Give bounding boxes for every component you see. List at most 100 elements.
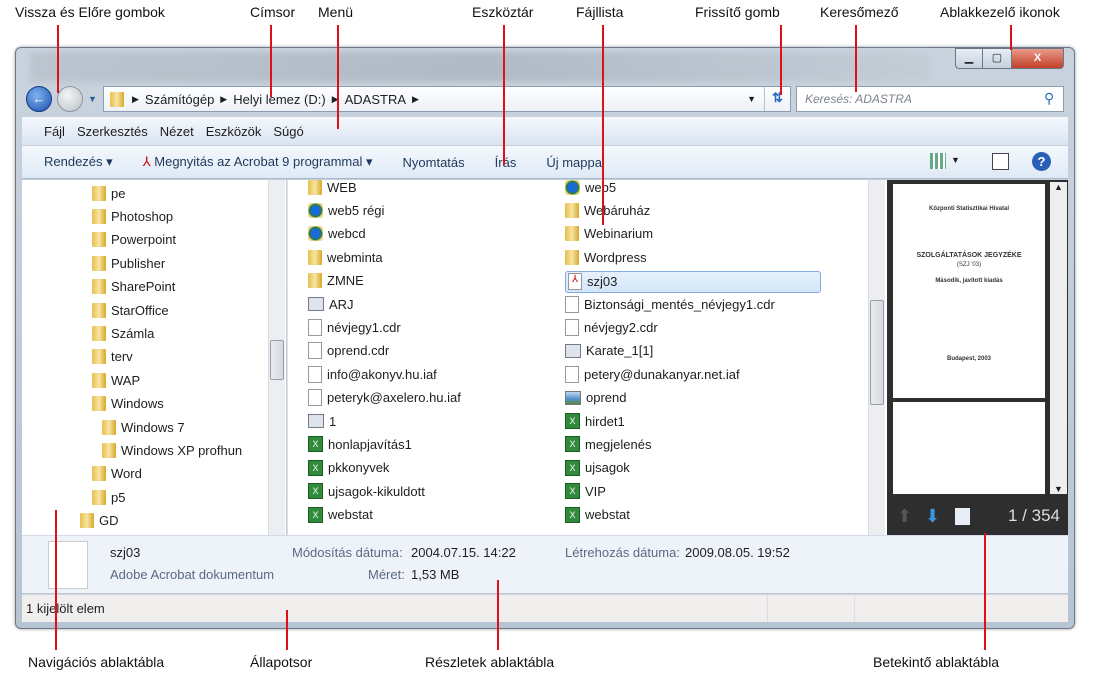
list-item[interactable]: Powerpoint (92, 230, 176, 250)
list-item[interactable]: Xpkkonyvek (308, 458, 389, 478)
list-item[interactable]: Wordpress (565, 247, 647, 267)
menu-edit[interactable]: Szerkesztés (77, 124, 148, 139)
new-folder-button[interactable]: Új mappa (546, 155, 602, 170)
list-item[interactable]: Windows (92, 394, 164, 414)
status-divider (767, 595, 768, 622)
scroll-up-icon[interactable]: ▲ (1050, 182, 1067, 192)
list-item[interactable]: ⅄ szj03 (565, 270, 821, 293)
maximize-button[interactable]: ▢ (982, 48, 1012, 69)
burn-button[interactable]: Írás (495, 155, 517, 170)
previous-page-icon[interactable]: ⬆ (897, 506, 912, 527)
list-item[interactable]: petery@dunakanyar.net.iaf (565, 364, 740, 384)
list-item[interactable]: Xwebstat (565, 505, 630, 525)
list-item[interactable]: Xwebstat (308, 505, 373, 525)
refresh-button[interactable]: ⇅ (764, 87, 790, 111)
list-item[interactable]: Xujsagok (565, 458, 630, 478)
close-button[interactable]: X (1011, 48, 1064, 69)
list-item[interactable]: ARJ (308, 294, 354, 314)
list-item[interactable]: Xujsagok-kikuldott (308, 481, 425, 501)
list-item[interactable]: névjegy1.cdr (308, 317, 401, 337)
minimize-button[interactable]: ▁ (955, 48, 983, 69)
breadcrumb-arrow-icon: ▶ (132, 93, 139, 104)
annotation-line (1010, 25, 1012, 50)
breadcrumb-computer[interactable]: Számítógép (145, 92, 214, 107)
list-item[interactable]: web5 régi (308, 200, 384, 220)
list-item[interactable]: Xhonlapjavítás1 (308, 434, 412, 454)
list-item[interactable]: web5 (565, 177, 616, 197)
list-item[interactable]: Számla (92, 323, 154, 343)
list-item[interactable]: Webinarium (565, 224, 653, 244)
organize-button[interactable]: Rendezés ▾ (44, 154, 113, 170)
item-label: Windows (111, 396, 164, 412)
address-dropdown-icon[interactable]: ▼ (747, 94, 756, 104)
list-item[interactable]: 1 (308, 411, 336, 431)
open-with-button[interactable]: ⅄ Megnyitás az Acrobat 9 programmal ▾ (143, 154, 373, 170)
list-item[interactable]: Xmegjelenés (565, 434, 652, 454)
list-item[interactable]: webcd (308, 224, 366, 244)
item-label: ujsagok-kikuldott (328, 483, 425, 499)
list-item[interactable]: oprend (565, 388, 626, 408)
item-label: Word (111, 466, 142, 482)
help-icon[interactable]: ? (1032, 152, 1051, 171)
breadcrumb-adastra[interactable]: ADASTRA (345, 92, 406, 107)
list-item[interactable]: ZMNE (308, 271, 364, 291)
list-item[interactable]: Publisher (92, 253, 165, 273)
list-item[interactable]: Webáruház (565, 200, 650, 220)
list-item[interactable]: info@akonyv.hu.iaf (308, 364, 437, 384)
file-list-scrollbar-thumb[interactable] (870, 300, 884, 405)
nav-scrollbar-thumb[interactable] (270, 340, 284, 380)
folder-icon (92, 466, 106, 482)
list-item[interactable]: Karate_1[1] (565, 341, 653, 361)
list-item[interactable]: Windows XP profhun (102, 440, 242, 460)
breadcrumb-arrow-icon[interactable]: ▶ (220, 94, 227, 105)
list-item[interactable]: Windows 7 (102, 417, 185, 437)
fit-page-icon[interactable] (955, 508, 970, 525)
item-label: webminta (327, 249, 383, 265)
list-item[interactable]: SharePoint (92, 277, 175, 297)
list-item[interactable]: terv (92, 347, 133, 367)
list-item[interactable]: névjegy2.cdr (565, 317, 658, 337)
item-label: megjelenés (585, 436, 652, 452)
list-item[interactable]: X VIP (565, 481, 606, 501)
search-input[interactable]: Keresés: ADASTRA (796, 86, 1064, 112)
list-item[interactable]: Biztonsági_mentés_névjegy1.cdr (565, 294, 775, 314)
menu-help[interactable]: Súgó (273, 124, 303, 139)
list-item[interactable]: oprend.cdr (308, 341, 389, 361)
list-item[interactable]: pe (92, 183, 125, 203)
list-item[interactable]: webminta (308, 247, 383, 267)
view-options-icon[interactable] (930, 153, 946, 169)
breadcrumb-local-disk[interactable]: Helyi lemez (D:) (233, 92, 325, 107)
list-item[interactable]: StarOffice (92, 300, 169, 320)
item-label: info@akonyv.hu.iaf (327, 366, 437, 382)
print-button[interactable]: Nyomtatás (403, 155, 465, 170)
preview-scrollbar[interactable]: ▲ ▼ (1050, 182, 1067, 494)
scroll-down-icon[interactable]: ▼ (1050, 484, 1067, 494)
menu-view[interactable]: Nézet (160, 124, 194, 139)
list-item[interactable]: WAP (92, 370, 140, 390)
file-list-scrollbar[interactable] (868, 180, 885, 535)
list-item[interactable]: p5 (92, 487, 125, 507)
xls-icon: X (565, 459, 580, 476)
next-page-icon[interactable]: ⬇ (925, 506, 940, 527)
preview-pane-toggle-icon[interactable] (992, 153, 1009, 170)
back-button[interactable]: ← (26, 86, 52, 112)
view-options-chevron-icon[interactable]: ▼ (951, 155, 960, 165)
list-item[interactable]: Photoshop (92, 206, 173, 226)
menu-file[interactable]: Fájl (44, 124, 65, 139)
folder-icon (308, 249, 322, 265)
search-icon[interactable]: ⚲ (1044, 90, 1054, 107)
doc-icon (308, 342, 322, 360)
menu-tools[interactable]: Eszközök (206, 124, 262, 139)
list-item[interactable]: GD (80, 511, 119, 531)
navigation-pane: pe Photoshop Powerpoint Publisher SharePoint… (22, 180, 286, 535)
forward-button[interactable] (57, 86, 83, 112)
breadcrumb-arrow-icon[interactable]: ▶ (412, 94, 419, 105)
recent-pages-chevron-icon[interactable]: ▼ (88, 94, 97, 104)
list-item[interactable]: Word (92, 464, 142, 484)
list-item[interactable]: Xhirdet1 (565, 411, 625, 431)
address-bar[interactable]: ▶ Számítógép ▶ Helyi lemez (D:) ▶ ADASTR… (103, 86, 791, 112)
list-item[interactable]: WEB (308, 177, 357, 197)
nav-scrollbar[interactable] (268, 180, 285, 535)
folder-icon (110, 91, 124, 107)
list-item[interactable]: peteryk@axelero.hu.iaf (308, 388, 461, 408)
